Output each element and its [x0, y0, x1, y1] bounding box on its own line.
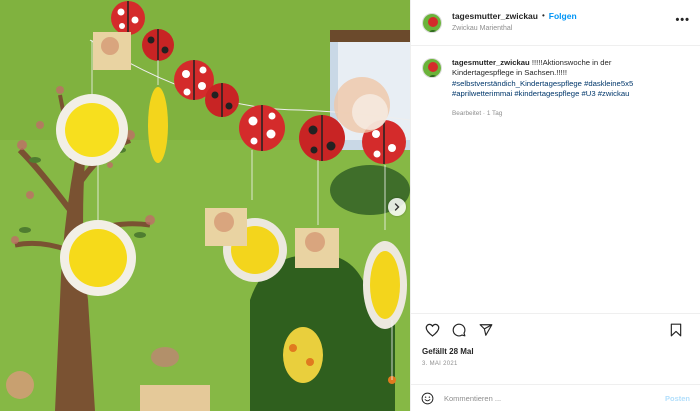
- post-header: tagesmutter_zwickau • Folgen Zwickau Mar…: [411, 0, 700, 46]
- hashtag[interactable]: #kindertagespflege: [514, 89, 579, 98]
- caption-username[interactable]: tagesmutter_zwickau: [452, 58, 530, 67]
- heart-icon: [425, 323, 439, 337]
- bookmark-icon: [670, 323, 682, 337]
- comment-icon: [452, 323, 466, 337]
- caption-age[interactable]: 1 Tag: [487, 110, 503, 117]
- post-photo[interactable]: [0, 0, 410, 411]
- comment-button[interactable]: [448, 319, 470, 341]
- post-sidebar: tagesmutter_zwickau • Folgen Zwickau Mar…: [410, 0, 700, 411]
- post-comment-button[interactable]: Posten: [665, 394, 690, 403]
- action-section: Gefällt 28 Mal 3. MAI 2021: [411, 313, 700, 367]
- caption-body: tagesmutter_zwickau !!!!!Aktionswoche in…: [452, 58, 674, 119]
- avatar-image: [423, 13, 441, 32]
- action-bar: [411, 314, 700, 346]
- caption-avatar-image: [423, 59, 441, 77]
- caption: tagesmutter_zwickau !!!!!Aktionswoche in…: [411, 46, 700, 119]
- comment-form: Posten: [411, 384, 700, 411]
- hashtag[interactable]: #zwickau: [598, 89, 630, 98]
- share-icon: [479, 324, 493, 336]
- photo-scene: [0, 0, 410, 411]
- header-user-line: tagesmutter_zwickau • Folgen: [452, 10, 577, 22]
- more-options-button[interactable]: •••: [675, 14, 690, 26]
- like-button[interactable]: [421, 319, 443, 341]
- hashtag[interactable]: #selbstverständich_Kindertagespflege: [452, 79, 582, 88]
- share-button[interactable]: [475, 319, 497, 341]
- chevron-right-icon: [394, 203, 400, 211]
- likes-count[interactable]: Gefällt 28 Mal: [411, 347, 700, 356]
- edited-label: Bearbeitet: [452, 109, 482, 117]
- header-username[interactable]: tagesmutter_zwickau: [452, 10, 538, 22]
- hashtag[interactable]: #U3: [582, 89, 596, 98]
- next-image-button[interactable]: [388, 198, 406, 216]
- comment-input[interactable]: [444, 393, 644, 403]
- hashtag[interactable]: #daskleine5x5: [584, 79, 633, 88]
- location-link[interactable]: Zwickau Marienthal: [452, 23, 577, 35]
- post-date[interactable]: 3. MAI 2021: [411, 361, 700, 367]
- emoji-icon[interactable]: [421, 392, 434, 405]
- header-text: tagesmutter_zwickau • Folgen Zwickau Mar…: [452, 10, 577, 35]
- header-separator: •: [541, 11, 545, 20]
- hashtag[interactable]: #aprilwetterimmai: [452, 89, 512, 98]
- save-button[interactable]: [665, 319, 687, 341]
- caption-avatar[interactable]: [422, 58, 442, 78]
- meta-separator: ·: [482, 109, 486, 117]
- caption-meta: Bearbeitet · 1 Tag: [452, 109, 674, 119]
- instagram-post: tagesmutter_zwickau • Folgen Zwickau Mar…: [0, 0, 700, 411]
- avatar[interactable]: [422, 12, 442, 33]
- follow-button[interactable]: Folgen: [549, 10, 577, 22]
